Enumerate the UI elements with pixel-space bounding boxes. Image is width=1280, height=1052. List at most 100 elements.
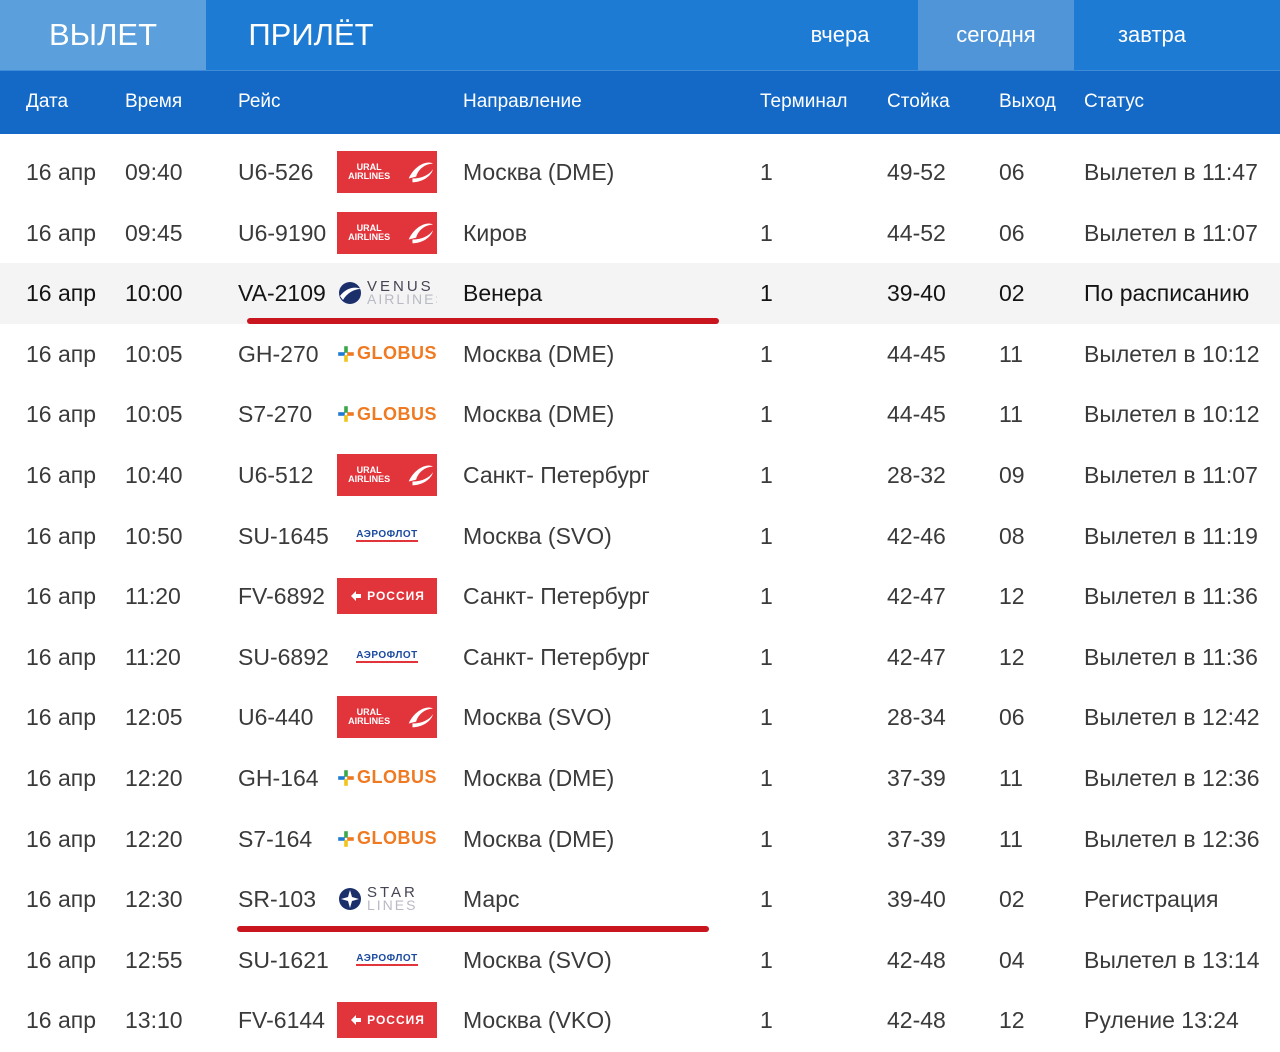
direction-cell: Киров — [463, 219, 528, 246]
table-row[interactable]: 16 апр 11:20 SU-6892 Санкт- Петербург 1 42-47… — [0, 627, 1280, 688]
status-cell: Регистрация — [1084, 886, 1219, 913]
desk-cell: 28-34 — [887, 704, 946, 731]
desk-cell: 39-40 — [887, 886, 946, 913]
table-row[interactable]: 16 апр 10:50 SU-1645 Москва (SVO) 1 42-46 08 Вы… — [0, 506, 1280, 567]
ural-airlines-logo: URAL AIRLINES — [337, 151, 437, 193]
gate-cell: 11 — [999, 764, 1023, 791]
status-cell: Вылетел в 10:12 — [1084, 340, 1260, 367]
table-row[interactable]: 16 апр 10:05 S7-270 Москва (DME) 1 44-45 11 Выл… — [0, 384, 1280, 445]
time-cell: 12:20 — [125, 825, 183, 852]
aeroflot-logo: АЭРОФЛОТ — [337, 515, 437, 557]
gate-cell: 02 — [999, 886, 1025, 913]
globus-logo: GLOBUS — [337, 757, 437, 799]
tab-departure[interactable]: ВЫЛЕТ — [0, 0, 206, 70]
table-row[interactable]: 16 апр 12:20 S7-164 Москва (DME) 1 37-39 11 Выл… — [0, 809, 1280, 870]
table-row[interactable]: 16 апр 10:05 GH-270 Москва (DME) 1 44-45 11 Выл… — [0, 324, 1280, 385]
flight-number-cell: VA-2109 — [238, 280, 326, 307]
status-cell: Вылетел в 12:42 — [1084, 704, 1260, 731]
gate-cell: 06 — [999, 219, 1025, 246]
direction-cell: Санкт- Петербург — [463, 643, 650, 670]
direction-cell: Москва (SVO) — [463, 522, 612, 549]
column-flight: Рейс — [238, 91, 281, 112]
gate-cell: 12 — [999, 583, 1025, 610]
flight-number-cell: U6-526 — [238, 159, 314, 185]
terminal-cell: 1 — [760, 522, 773, 549]
globus-logo: GLOBUS — [337, 818, 437, 860]
table-row[interactable]: 16 апр 11:20 FV-6892 Санкт- Петербург 1 42-47… — [0, 566, 1280, 627]
time-cell: 09:45 — [125, 219, 183, 246]
time-cell: 11:20 — [125, 643, 181, 670]
table-row[interactable]: 16 апр 12:20 GH-164 Москва (DME) 1 37-39 11 Выл… — [0, 748, 1280, 809]
table-header: Дата Время Рейс Направление Терминал Сто… — [0, 70, 1280, 134]
logo-text: АЭРОФЛОТ — [356, 953, 418, 967]
terminal-cell: 1 — [760, 704, 773, 731]
column-time: Время — [125, 91, 183, 112]
column-direction: Направление — [463, 91, 582, 112]
logo-text: АЭРОФЛОТ — [356, 529, 418, 543]
date-cell: 16 апр — [26, 219, 97, 246]
date-cell: 16 апр — [26, 946, 97, 973]
star-lines-logo: STAR LINES — [337, 878, 437, 920]
desk-cell: 44-52 — [887, 219, 946, 246]
terminal-cell: 1 — [760, 159, 773, 185]
table-row[interactable]: 16 апр 13:10 FV-6144 Москва (VKO) 1 42-48 12 Ру… — [0, 990, 1280, 1051]
status-cell: Вылетел в 13:14 — [1084, 946, 1260, 973]
table-row[interactable]: 16 апр 10:00 VA-2109 Венера 1 39-40 02 По распи… — [0, 263, 1280, 325]
desk-cell: 37-39 — [887, 825, 946, 852]
direction-cell: Венера — [463, 280, 543, 307]
table-row[interactable]: 16 апр 09:40 U6-526 Москва (DME) 1 49-52 06 Выл… — [0, 142, 1280, 203]
table-row[interactable]: 16 апр 12:05 U6-440 Москва (SVO) 1 28-34 06 Выл… — [0, 687, 1280, 748]
flight-number-cell: U6-512 — [238, 461, 314, 488]
logo-text: GLOBUS — [356, 767, 437, 788]
terminal-cell: 1 — [760, 643, 773, 670]
terminal-cell: 1 — [760, 1007, 773, 1034]
status-cell: Вылетел в 10:12 — [1084, 401, 1260, 428]
terminal-cell: 1 — [760, 401, 773, 428]
terminal-cell: 1 — [760, 886, 773, 913]
desk-cell: 42-48 — [887, 946, 946, 973]
date-cell: 16 апр — [26, 886, 97, 913]
time-cell: 12:30 — [125, 886, 183, 913]
table-row[interactable]: 16 апр 09:45 U6-9190 Киров 1 44-52 06 Вылетел в… — [0, 203, 1280, 264]
tab-arrival[interactable]: ПРИЛЁТ — [206, 0, 416, 70]
day-today-button[interactable]: сегодня — [918, 0, 1074, 70]
status-cell: Вылетел в 12:36 — [1084, 825, 1260, 852]
status-cell: Вылетел в 11:36 — [1084, 643, 1258, 670]
time-cell: 12:05 — [125, 704, 183, 731]
time-cell: 10:00 — [125, 280, 183, 307]
logo-text: РОССИЯ — [367, 1013, 425, 1028]
table-row[interactable]: 16 апр 10:40 U6-512 Санкт- Петербург 1 28-32 0… — [0, 445, 1280, 506]
time-cell: 11:20 — [125, 583, 181, 610]
direction-cell: Москва (SVO) — [463, 946, 612, 973]
logo-text: РОССИЯ — [367, 589, 425, 604]
table-row[interactable]: 16 апр 12:55 SU-1621 Москва (SVO) 1 42-48 04 Вы… — [0, 930, 1280, 991]
logo-text: АЭРОФЛОТ — [356, 650, 418, 664]
status-cell: Вылетел в 11:36 — [1084, 583, 1258, 610]
ural-airlines-logo: URAL AIRLINES — [337, 211, 437, 254]
logo-text: AIRLINES — [367, 291, 437, 308]
ural-airlines-logo: URAL AIRLINES — [337, 696, 437, 739]
flight-number-cell: U6-440 — [238, 704, 314, 731]
day-tomorrow-button[interactable]: завтра — [1074, 0, 1230, 70]
flight-number-cell: SR-103 — [238, 886, 316, 913]
status-cell: Вылетел в 11:19 — [1084, 522, 1258, 549]
terminal-cell: 1 — [760, 219, 773, 246]
gate-cell: 02 — [999, 280, 1025, 307]
table-row[interactable]: 16 апр 12:30 SR-103 Марс 1 39-40 02 Регистрация… — [0, 869, 1280, 933]
status-cell: Вылетел в 12:36 — [1084, 764, 1260, 791]
day-yesterday-button[interactable]: вчера — [762, 0, 918, 70]
rossiya-logo: РОССИЯ — [337, 1002, 437, 1039]
rossiya-logo: РОССИЯ — [337, 578, 437, 615]
date-cell: 16 апр — [26, 583, 97, 610]
gate-cell: 09 — [999, 461, 1025, 488]
desk-cell: 37-39 — [887, 764, 946, 791]
time-cell: 09:40 — [125, 159, 183, 185]
date-cell: 16 апр — [26, 280, 97, 307]
desk-cell: 44-45 — [887, 401, 946, 428]
flight-number-cell: FV-6144 — [238, 1007, 325, 1034]
time-cell: 10:05 — [125, 401, 183, 428]
direction-cell: Санкт- Петербург — [463, 583, 650, 610]
time-cell: 12:20 — [125, 764, 183, 791]
logo-text: LINES — [367, 897, 418, 914]
logo-text: URAL AIRLINES — [348, 222, 391, 242]
